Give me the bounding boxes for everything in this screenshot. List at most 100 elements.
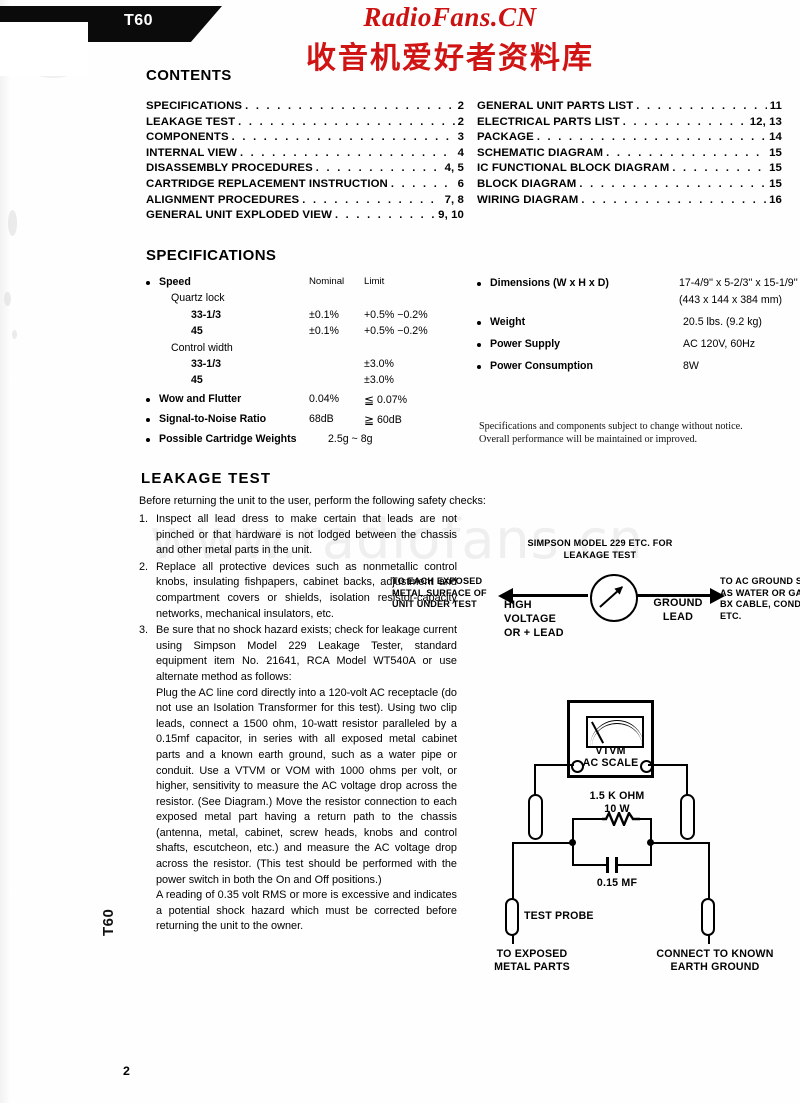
resistor-label: 1.5 K OHM 10 W <box>572 790 662 817</box>
toc-title: ALIGNMENT PROCEDURES <box>146 193 300 206</box>
wire-down-left <box>534 764 537 796</box>
toc-entry[interactable]: GENERAL UNIT PARTS LIST . . . . . . . . … <box>477 100 782 116</box>
spec-limit-value: +0.5% −0.2% <box>364 308 428 321</box>
specifications-table-right: Dimensions (W x H x D) 17-4/9'' x 5-2/3'… <box>477 276 798 380</box>
less-than-equal-icon: ≦ <box>364 392 375 407</box>
toc-page: 11 <box>769 100 782 112</box>
toc-page: 2 <box>457 100 464 112</box>
analog-meter-icon <box>590 574 638 622</box>
toc-entry[interactable]: BLOCK DIAGRAM . . . . . . . . . . . . . … <box>477 178 782 194</box>
spec-limit-value: ≧ 60dB <box>364 413 402 427</box>
spec-row-cw-45: 45 ±3.0% <box>146 374 466 390</box>
test-probe-label: TEST PROBE <box>524 910 594 922</box>
toc-leader-dots: . . . . . . . . . . . . . . . . . . . . … <box>239 146 455 159</box>
spec-row-control-width: Control width <box>146 342 466 358</box>
spec-row-weight: Weight 20.5 lbs. (9.2 kg) <box>477 314 789 336</box>
toc-entry[interactable]: SPECIFICATIONS . . . . . . . . . . . . .… <box>146 100 464 116</box>
toc-page: 7, 8 <box>444 193 464 206</box>
capacitor-plate-right-icon <box>615 857 618 873</box>
meter-title-line-1: SIMPSON MODEL 229 ETC. FOR <box>527 538 673 548</box>
high-voltage-lead-label: HIGH VOLTAGE OR + LEAD <box>504 598 564 640</box>
spec-nominal-value: ±0.1% <box>309 308 339 321</box>
spec-value-metric: (443 x 144 x 384 mm) <box>679 294 783 306</box>
spec-label: Wow and Flutter <box>159 392 242 405</box>
spec-sublabel: 45 <box>191 374 203 387</box>
capacitor-label: 0.15 MF <box>596 877 638 889</box>
toc-leader-dots: . . . . . . . . . . . . . . . . . . . . … <box>390 177 455 190</box>
contents-heading: CONTENTS <box>146 67 232 84</box>
toc-leader-dots: . . . . . . . . . . . . . . . . . . . . … <box>581 193 766 206</box>
toc-entry[interactable]: INTERNAL VIEW . . . . . . . . . . . . . … <box>146 147 464 163</box>
toc-entry[interactable]: DISASSEMBLY PROCEDURES . . . . . . . . .… <box>146 162 464 178</box>
list-item-number: 1. <box>139 513 149 525</box>
spec-label: Possible Cartridge Weights <box>159 432 297 445</box>
specifications-heading: SPECIFICATIONS <box>146 247 277 264</box>
page-number: 2 <box>123 1064 130 1078</box>
specifications-table-left: Speed Nominal Limit Quartz lock 33-1/3 ±… <box>146 276 466 451</box>
spec-label: Power Supply <box>490 338 561 350</box>
spec-value: 17-4/9'' x 5-2/3'' x 15-1/9'' <box>679 277 798 289</box>
spec-value: 8W <box>683 360 699 372</box>
toc-title: LEAKAGE TEST <box>146 115 236 128</box>
clip-lead-left-icon <box>528 794 543 840</box>
spec-sublabel: Control width <box>171 341 233 354</box>
toc-entry[interactable]: CARTRIDGE REPLACEMENT INSTRUCTION . . . … <box>146 178 464 194</box>
toc-title: SCHEMATIC DIAGRAM <box>477 146 604 159</box>
spec-label: Power Consumption <box>490 360 593 372</box>
spec-value: AC 120V, 60Hz <box>683 338 756 350</box>
toc-entry[interactable]: LEAKAGE TEST . . . . . . . . . . . . . .… <box>146 116 464 132</box>
toc-title: SPECIFICATIONS <box>146 100 243 112</box>
gl-line-2: LEAD <box>662 611 694 623</box>
spec-label: Dimensions (W x H x D) <box>490 277 609 289</box>
leakage-test-intro: Before returning the unit to the user, p… <box>139 495 486 507</box>
spec-limit-value: ±3.0% <box>364 357 394 370</box>
wire-vtvm-left <box>534 764 574 767</box>
spec-limit-value: ≦ 0.07% <box>364 393 407 407</box>
toc-entry[interactable]: PACKAGE . . . . . . . . . . . . . . . . … <box>477 131 782 147</box>
spec-row-cartridge-weights: Possible Cartridge Weights 2.5g ~ 8g <box>146 431 466 451</box>
toc-title: PACKAGE <box>477 131 534 144</box>
leakage-test-circuit-diagram: VTVM AC SCALE 1.5 K OHM 10 W 0.15 MF TES… <box>462 694 798 984</box>
junction-node-right-icon <box>647 839 654 846</box>
toc-page: 14 <box>769 131 782 144</box>
toc-leader-dots: . . . . . . . . . . . . . . . . . . . . … <box>315 162 442 175</box>
scan-speck <box>4 292 11 306</box>
toc-entry[interactable]: ELECTRICAL PARTS LIST . . . . . . . . . … <box>477 116 782 132</box>
toc-entry[interactable]: SCHEMATIC DIAGRAM . . . . . . . . . . . … <box>477 147 782 163</box>
bullet-icon <box>146 397 150 402</box>
meter-right-line-2: AS WATER OR GAS PIPE, <box>720 587 800 598</box>
wire-probe-right-drop <box>708 842 711 900</box>
toc-page: 15 <box>769 146 782 159</box>
wire-bus-left <box>512 842 574 845</box>
toc-entry[interactable]: ALIGNMENT PROCEDURES . . . . . . . . . .… <box>146 194 464 210</box>
toc-title: BLOCK DIAGRAM <box>477 177 577 190</box>
ground-lead-label: GROUND LEAD <box>648 596 708 624</box>
toc-entry[interactable]: GENERAL UNIT EXPLODED VIEW . . . . . . .… <box>146 209 464 225</box>
wire-down-right <box>686 764 689 796</box>
clip-lead-right-icon <box>680 794 695 840</box>
list-item-text: Be sure that no shock hazard exists; che… <box>156 624 457 683</box>
gl-line-1: GROUND <box>653 597 703 609</box>
toc-title: CARTRIDGE REPLACEMENT INSTRUCTION <box>146 177 388 190</box>
hv-line-2: VOLTAGE <box>504 613 556 625</box>
bullet-icon <box>146 281 150 285</box>
toc-page: 4, 5 <box>444 162 464 175</box>
spec-nominal-value: 68dB <box>309 412 334 425</box>
list-item-number: 2. <box>139 560 149 573</box>
toc-leader-dots: . . . . . . . . . . . . . . . . . . . . … <box>334 209 435 222</box>
resistor-label-line-1: 1.5 K OHM <box>589 790 645 802</box>
toc-page: 15 <box>769 162 782 175</box>
contents-list-right: GENERAL UNIT PARTS LIST . . . . . . . . … <box>477 100 782 209</box>
toc-title: GENERAL UNIT EXPLODED VIEW <box>146 209 332 222</box>
toc-entry[interactable]: WIRING DIAGRAM . . . . . . . . . . . . .… <box>477 194 782 210</box>
toc-page: 6 <box>457 177 464 190</box>
vtvm-terminal-left-icon <box>571 760 584 773</box>
resistor-label-line-2: 10 W <box>604 803 630 816</box>
bullet-icon <box>477 321 481 325</box>
toc-entry[interactable]: COMPONENTS . . . . . . . . . . . . . . .… <box>146 131 464 147</box>
wire-capacitor-right <box>618 864 652 867</box>
spec-row-dimensions: Dimensions (W x H x D) 17-4/9'' x 5-2/3'… <box>477 276 798 294</box>
toc-entry[interactable]: IC FUNCTIONAL BLOCK DIAGRAM . . . . . . … <box>477 162 782 178</box>
document-page: T60 RadioFans.CN 收音机爱好者资料库 www.radiofans… <box>0 0 800 1103</box>
wire-probe-left-tail <box>512 934 515 944</box>
